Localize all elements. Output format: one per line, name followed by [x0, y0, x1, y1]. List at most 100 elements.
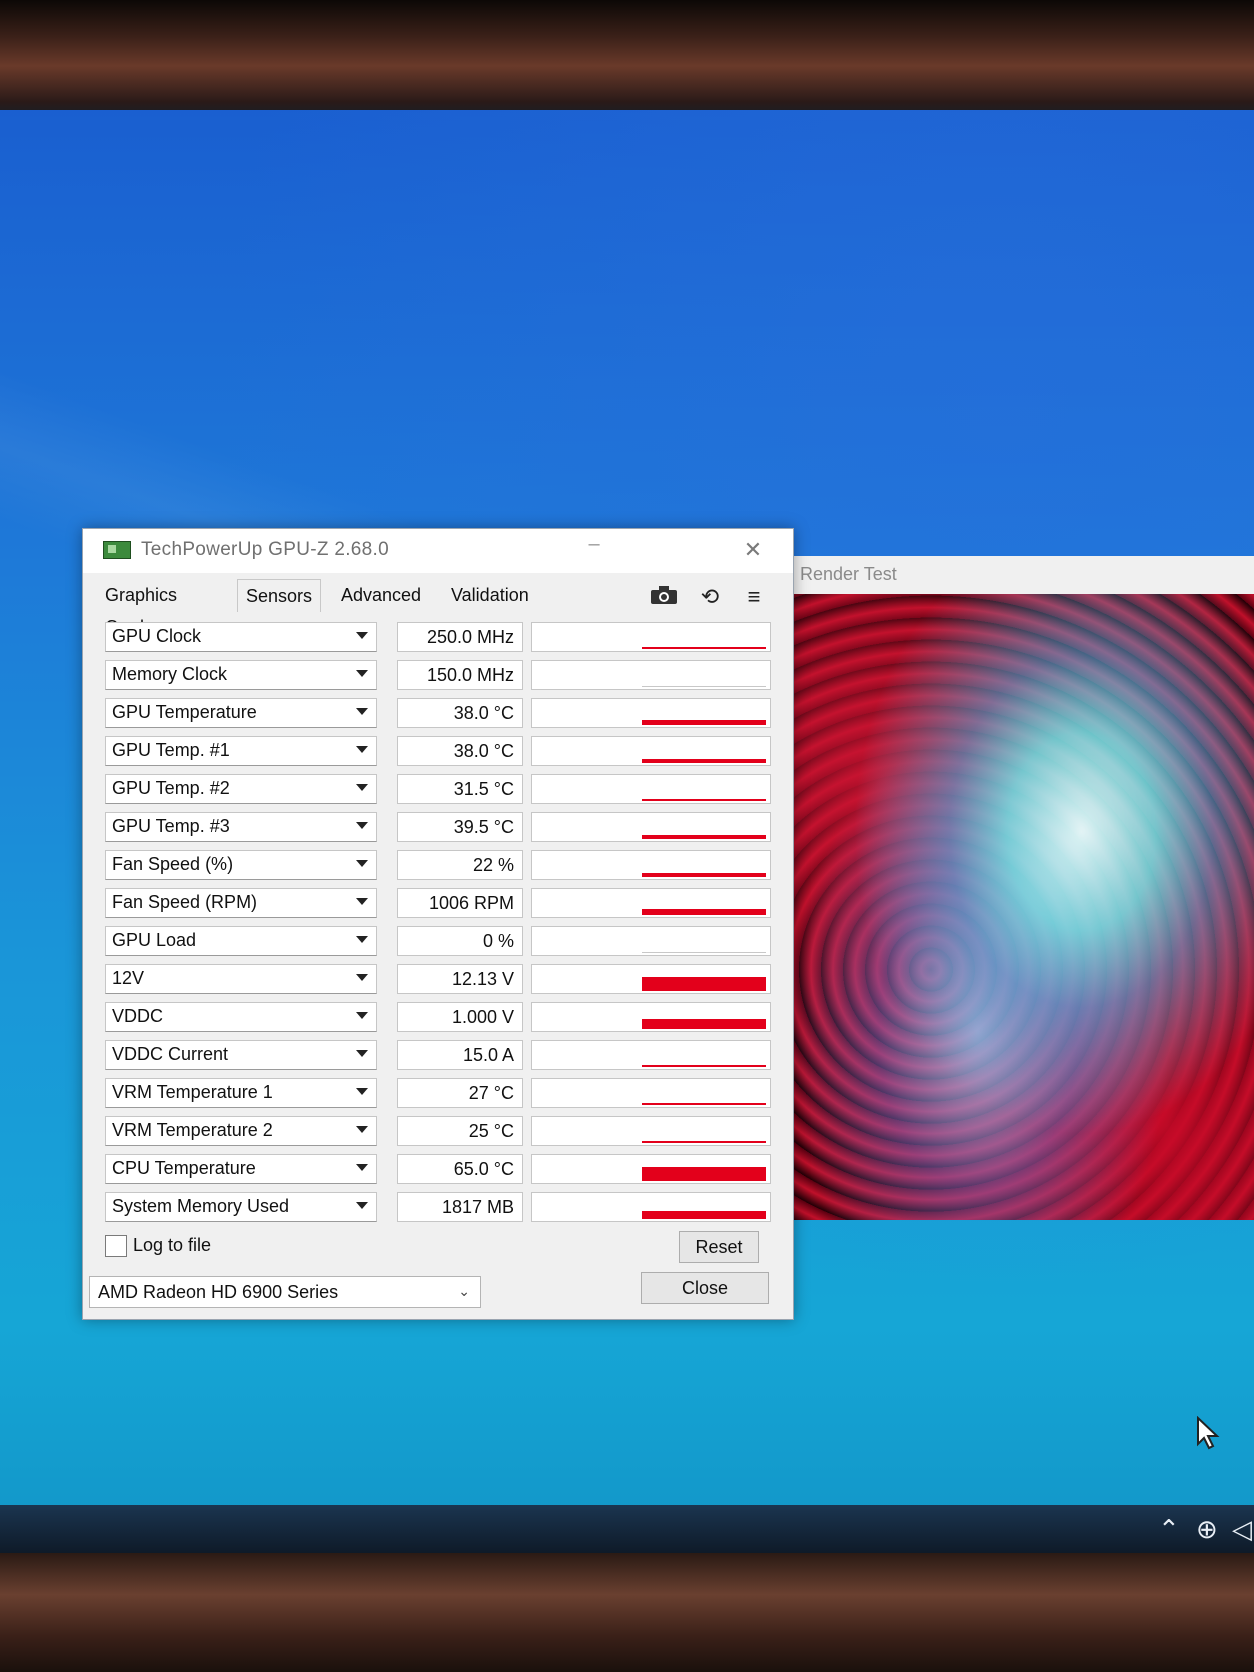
sensor-graph-fill	[642, 1141, 766, 1143]
tab-advanced[interactable]: Advanced	[333, 579, 429, 611]
sensor-name: Fan Speed (RPM)	[112, 892, 258, 912]
sensor-graph[interactable]	[531, 888, 771, 918]
adapter-select-value: AMD Radeon HD 6900 Series	[98, 1282, 339, 1302]
chevron-up-icon[interactable]: ⌃	[1158, 1514, 1180, 1545]
sensor-value-box: 39.5 °C	[397, 812, 523, 842]
dropdown-arrow-icon	[356, 860, 368, 867]
sensor-select[interactable]: System Memory Used	[105, 1192, 377, 1222]
sensor-value: 65.0 °C	[453, 1159, 514, 1179]
sensor-graph-fill	[642, 1211, 766, 1219]
sensor-graph[interactable]	[531, 774, 771, 804]
sensor-graph-fill	[642, 799, 766, 801]
log-to-file-label: Log to file	[133, 1235, 212, 1255]
sensor-graph[interactable]	[531, 1040, 771, 1070]
sensor-graph-fill	[642, 1167, 766, 1181]
sensor-select[interactable]: GPU Clock	[105, 622, 377, 652]
adapter-select[interactable]: AMD Radeon HD 6900 Series ⌄	[89, 1276, 481, 1308]
sensor-graph[interactable]	[531, 622, 771, 652]
window-title: TechPowerUp GPU-Z 2.68.0	[141, 539, 389, 560]
tab-graphics-card[interactable]: Graphics Card	[97, 579, 185, 637]
sensor-graph[interactable]	[531, 1154, 771, 1184]
chevron-down-icon: ⌄	[458, 1283, 470, 1299]
sensor-value-box: 31.5 °C	[397, 774, 523, 804]
sensor-select[interactable]: CPU Temperature	[105, 1154, 377, 1184]
sensor-graph[interactable]	[531, 1078, 771, 1108]
network-icon[interactable]: ⊕	[1196, 1514, 1218, 1545]
dropdown-arrow-icon	[356, 1126, 368, 1133]
sensor-select[interactable]: VDDC	[105, 1002, 377, 1032]
sensor-graph-fill	[642, 720, 766, 725]
dropdown-arrow-icon	[356, 632, 368, 639]
sensor-value-box: 15.0 A	[397, 1040, 523, 1070]
tab-sensors[interactable]: Sensors	[237, 579, 322, 612]
monitor-bezel-top	[0, 0, 1254, 120]
dropdown-arrow-icon	[356, 784, 368, 791]
sensor-value-box: 1.000 V	[397, 1002, 523, 1032]
sensor-row: GPU Temp. #2 31.5 °C	[105, 771, 775, 809]
sensor-graph[interactable]	[531, 964, 771, 994]
sensor-select[interactable]: GPU Load	[105, 926, 377, 956]
sensor-graph[interactable]	[531, 660, 771, 690]
sensor-row: GPU Clock 250.0 MHz	[105, 619, 775, 657]
sensor-select[interactable]: VDDC Current	[105, 1040, 377, 1070]
sensor-value-box: 150.0 MHz	[397, 660, 523, 690]
render-test-canvas	[790, 594, 1254, 1220]
menu-icon[interactable]: ≡	[739, 585, 769, 609]
log-to-file-checkbox[interactable]	[105, 1235, 127, 1257]
sensor-value-box: 38.0 °C	[397, 736, 523, 766]
sensor-graph[interactable]	[531, 1116, 771, 1146]
sensor-value: 150.0 MHz	[426, 665, 514, 685]
sensor-graph[interactable]	[531, 926, 771, 956]
sensor-name: GPU Temp. #3	[112, 816, 230, 836]
dropdown-arrow-icon	[356, 708, 368, 715]
dropdown-arrow-icon	[356, 1164, 368, 1171]
monitor-bezel-bottom	[0, 1553, 1254, 1672]
sensor-select[interactable]: Fan Speed (RPM)	[105, 888, 377, 918]
camera-icon[interactable]	[649, 585, 679, 609]
sensor-value: 25 °C	[468, 1121, 514, 1141]
sensor-graph-fill	[642, 686, 766, 687]
taskbar	[0, 1505, 1254, 1553]
sensor-value: 15.0 A	[462, 1045, 514, 1065]
volume-icon[interactable]: ◁	[1232, 1514, 1252, 1545]
close-icon[interactable]: ✕	[735, 533, 771, 567]
sensor-select[interactable]: GPU Temp. #2	[105, 774, 377, 804]
sensor-graph-fill	[642, 952, 766, 953]
sensor-graph[interactable]	[531, 698, 771, 728]
tab-validation[interactable]: Validation	[443, 579, 537, 611]
title-bar[interactable]: TechPowerUp GPU-Z 2.68.0 – ✕	[83, 529, 793, 573]
reset-button[interactable]: Reset	[679, 1231, 759, 1263]
gpuz-window[interactable]: TechPowerUp GPU-Z 2.68.0 – ✕ Graphics Ca…	[82, 528, 794, 1320]
refresh-icon[interactable]: ⟲	[695, 585, 725, 609]
sensor-graph[interactable]	[531, 850, 771, 880]
minimize-icon[interactable]: –	[579, 533, 609, 563]
sensor-row: GPU Temperature 38.0 °C	[105, 695, 775, 733]
render-test-window[interactable]: Render Test	[790, 556, 1254, 1220]
sensor-select[interactable]: Memory Clock	[105, 660, 377, 690]
sensor-select[interactable]: VRM Temperature 2	[105, 1116, 377, 1146]
sensor-select[interactable]: 12V	[105, 964, 377, 994]
sensor-name: GPU Temp. #2	[112, 778, 230, 798]
close-button[interactable]: Close	[641, 1272, 769, 1304]
sensor-select[interactable]: GPU Temp. #1	[105, 736, 377, 766]
sensor-value: 38.0 °C	[453, 703, 514, 723]
sensor-select[interactable]: VRM Temperature 1	[105, 1078, 377, 1108]
sensor-row: GPU Temp. #1 38.0 °C	[105, 733, 775, 771]
sensor-select[interactable]: Fan Speed (%)	[105, 850, 377, 880]
sensor-value-box: 38.0 °C	[397, 698, 523, 728]
dropdown-arrow-icon	[356, 936, 368, 943]
sensor-name: System Memory Used	[112, 1196, 290, 1216]
sensor-row: 12V 12.13 V	[105, 961, 775, 999]
sensor-graph[interactable]	[531, 1002, 771, 1032]
sensor-graph[interactable]	[531, 812, 771, 842]
sensor-value: 12.13 V	[451, 969, 514, 989]
sensor-select[interactable]: GPU Temp. #3	[105, 812, 377, 842]
sensor-graph-fill	[642, 647, 766, 649]
sensor-graph-fill	[642, 1065, 766, 1067]
sensor-name: CPU Temperature	[112, 1158, 256, 1178]
sensor-graph[interactable]	[531, 736, 771, 766]
sensor-value: 22 %	[472, 855, 514, 875]
sensor-graph[interactable]	[531, 1192, 771, 1222]
sensor-select[interactable]: GPU Temperature	[105, 698, 377, 728]
dropdown-arrow-icon	[356, 670, 368, 677]
